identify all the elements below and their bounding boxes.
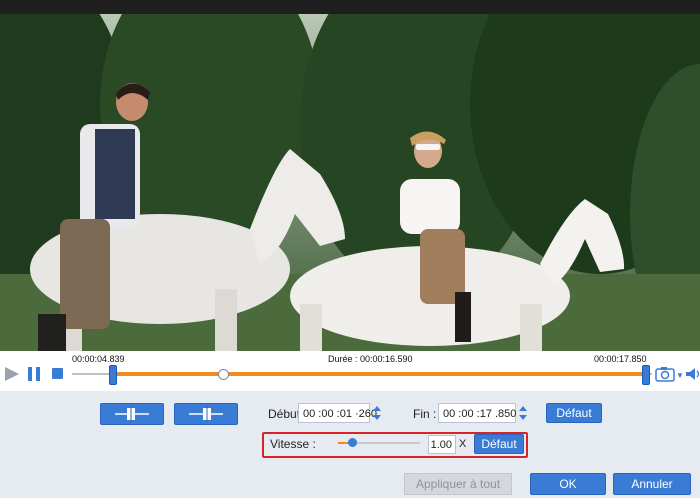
stop-button[interactable] [52, 368, 63, 379]
speed-default-button[interactable]: Défaut [474, 434, 524, 454]
split-left-icon [115, 406, 149, 422]
start-label: Début [268, 407, 301, 421]
snapshot-button[interactable] [655, 366, 675, 382]
pause-button[interactable] [27, 366, 41, 382]
speed-label: Vitesse : [270, 437, 316, 451]
playhead[interactable] [217, 369, 229, 380]
pause-icon [28, 367, 40, 381]
ok-button[interactable]: OK [530, 473, 606, 495]
speed-unit: X [459, 438, 467, 450]
trim-start-time: 00:00:04.839 [72, 354, 125, 364]
trim-default-button[interactable]: Défaut [546, 403, 602, 423]
snapshot-dropdown-icon[interactable]: ▼ [676, 371, 684, 380]
cancel-button[interactable]: Annuler [613, 473, 691, 495]
split-right-icon [189, 406, 223, 422]
start-time-spinner[interactable] [371, 403, 383, 423]
speed-value-field[interactable]: 1.00 [428, 435, 456, 454]
stepper-icon [519, 406, 527, 420]
set-start-button[interactable] [100, 403, 164, 425]
set-end-button[interactable] [174, 403, 238, 425]
timeline-selection [113, 372, 648, 376]
play-icon [5, 367, 19, 381]
apply-all-button[interactable]: Appliquer à tout [404, 473, 512, 495]
end-time-spinner[interactable] [517, 403, 529, 423]
play-button[interactable] [4, 366, 20, 382]
stepper-icon [373, 406, 381, 420]
title-bar [0, 0, 700, 14]
end-label: Fin : [413, 407, 437, 421]
start-time-field[interactable]: 00 :00 :01 ·260 [298, 403, 377, 423]
volume-button[interactable] [685, 366, 700, 382]
trim-end-handle[interactable] [642, 365, 650, 385]
trim-end-time: 00:00:17.850 [594, 354, 647, 364]
end-time-field[interactable]: 00 :00 :17 .850 [438, 403, 516, 423]
timeline-area: 00:00:04.839 Durée : 00:00:16.590 00:00:… [0, 351, 700, 391]
video-preview [0, 14, 700, 351]
speed-slider-knob[interactable] [347, 438, 357, 447]
camera-icon [655, 367, 675, 382]
trim-start-handle[interactable] [109, 365, 117, 385]
volume-icon [686, 368, 700, 380]
duration-label: Durée : 00:00:16.590 [328, 354, 413, 364]
